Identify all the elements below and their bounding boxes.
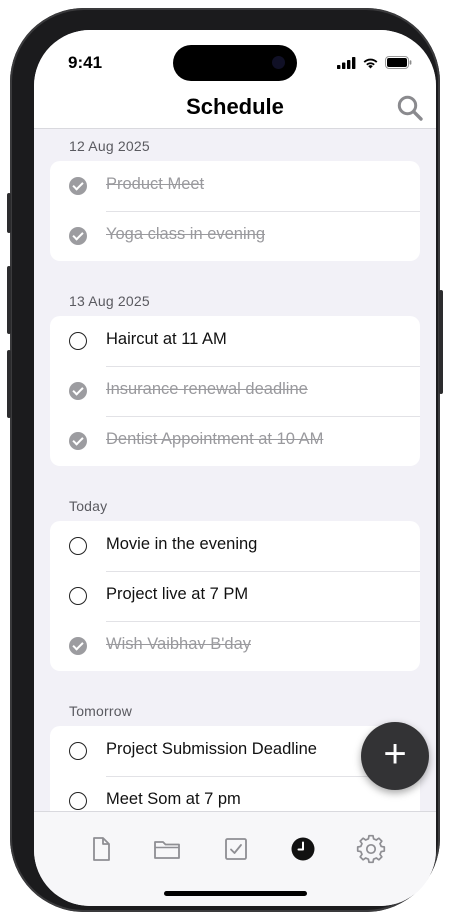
document-icon xyxy=(93,837,110,861)
tab-tasks[interactable] xyxy=(221,834,251,864)
status-icons xyxy=(337,56,412,69)
task-item[interactable]: Yoga class in evening xyxy=(50,211,420,261)
task-item[interactable]: Movie in the evening xyxy=(50,521,420,571)
unchecked-circle-icon[interactable] xyxy=(69,537,87,555)
task-label: Yoga class in evening xyxy=(106,225,266,243)
schedule-list[interactable]: 12 Aug 2025 Product Meet Yoga class in e… xyxy=(34,129,436,811)
add-task-button[interactable]: + xyxy=(361,722,429,790)
task-item[interactable]: Meet Som at 7 pm xyxy=(50,776,420,811)
unchecked-circle-icon[interactable] xyxy=(69,792,87,810)
power-button xyxy=(439,290,443,394)
task-item[interactable]: Haircut at 11 AM xyxy=(50,316,420,366)
section-card: Product Meet Yoga class in evening xyxy=(50,161,420,261)
action-button xyxy=(7,193,11,233)
unchecked-circle-icon[interactable] xyxy=(69,742,87,760)
dynamic-island xyxy=(173,45,297,81)
task-label: Insurance renewal deadline xyxy=(106,380,308,398)
section-header-12-aug: 12 Aug 2025 xyxy=(69,138,150,154)
task-item[interactable]: Dentist Appointment at 10 AM xyxy=(50,416,420,466)
task-item[interactable]: Project live at 7 PM xyxy=(50,571,420,621)
search-icon xyxy=(397,95,423,121)
status-time: 9:41 xyxy=(68,53,103,72)
checkbox-icon xyxy=(225,838,247,860)
task-label: Haircut at 11 AM xyxy=(106,330,227,348)
volume-down-button xyxy=(7,350,11,418)
search-button[interactable] xyxy=(396,94,424,122)
section-header-tomorrow: Tomorrow xyxy=(69,703,133,719)
checked-icon[interactable] xyxy=(69,432,87,450)
unchecked-circle-icon[interactable] xyxy=(69,587,87,605)
checked-icon[interactable] xyxy=(69,177,87,195)
section-header-today: Today xyxy=(69,498,108,514)
home-indicator[interactable] xyxy=(164,891,307,896)
task-label: Project live at 7 PM xyxy=(106,585,249,603)
task-label: Movie in the evening xyxy=(106,535,258,553)
camera-icon xyxy=(272,56,285,69)
section-card: Haircut at 11 AM Insurance renewal deadl… xyxy=(50,316,420,466)
battery-icon xyxy=(385,56,412,69)
task-item[interactable]: Insurance renewal deadline xyxy=(50,366,420,416)
volume-up-button xyxy=(7,266,11,334)
navigation-header: Schedule xyxy=(34,90,436,129)
task-item[interactable]: Product Meet xyxy=(50,161,420,211)
checked-icon[interactable] xyxy=(69,637,87,655)
task-label: Project Submission Deadline xyxy=(106,740,317,758)
phone-frame: 9:41 Schedule 12 Aug 2025 Product Meet Y… xyxy=(7,8,443,912)
task-label: Product Meet xyxy=(106,175,205,193)
page-title: Schedule xyxy=(186,94,284,119)
tab-schedule[interactable] xyxy=(288,834,318,864)
tab-folders[interactable] xyxy=(152,834,182,864)
task-label: Dentist Appointment at 10 AM xyxy=(106,430,324,448)
checked-icon[interactable] xyxy=(69,382,87,400)
unchecked-circle-icon[interactable] xyxy=(69,332,87,350)
task-label: Meet Som at 7 pm xyxy=(106,790,241,808)
folder-icon xyxy=(154,841,180,859)
cellular-signal-icon xyxy=(337,56,356,69)
clock-icon xyxy=(291,837,315,861)
section-card: Movie in the evening Project live at 7 P… xyxy=(50,521,420,671)
task-item[interactable]: Wish Vaibhav B'day xyxy=(50,621,420,671)
plus-icon: + xyxy=(383,732,407,776)
gear-icon xyxy=(356,834,386,864)
checked-icon[interactable] xyxy=(69,227,87,245)
wifi-icon xyxy=(363,58,378,68)
screen: 9:41 Schedule 12 Aug 2025 Product Meet Y… xyxy=(34,30,436,906)
tab-settings[interactable] xyxy=(356,834,386,864)
tab-documents[interactable] xyxy=(86,834,116,864)
section-header-13-aug: 13 Aug 2025 xyxy=(69,293,150,309)
task-label: Wish Vaibhav B'day xyxy=(106,635,251,653)
